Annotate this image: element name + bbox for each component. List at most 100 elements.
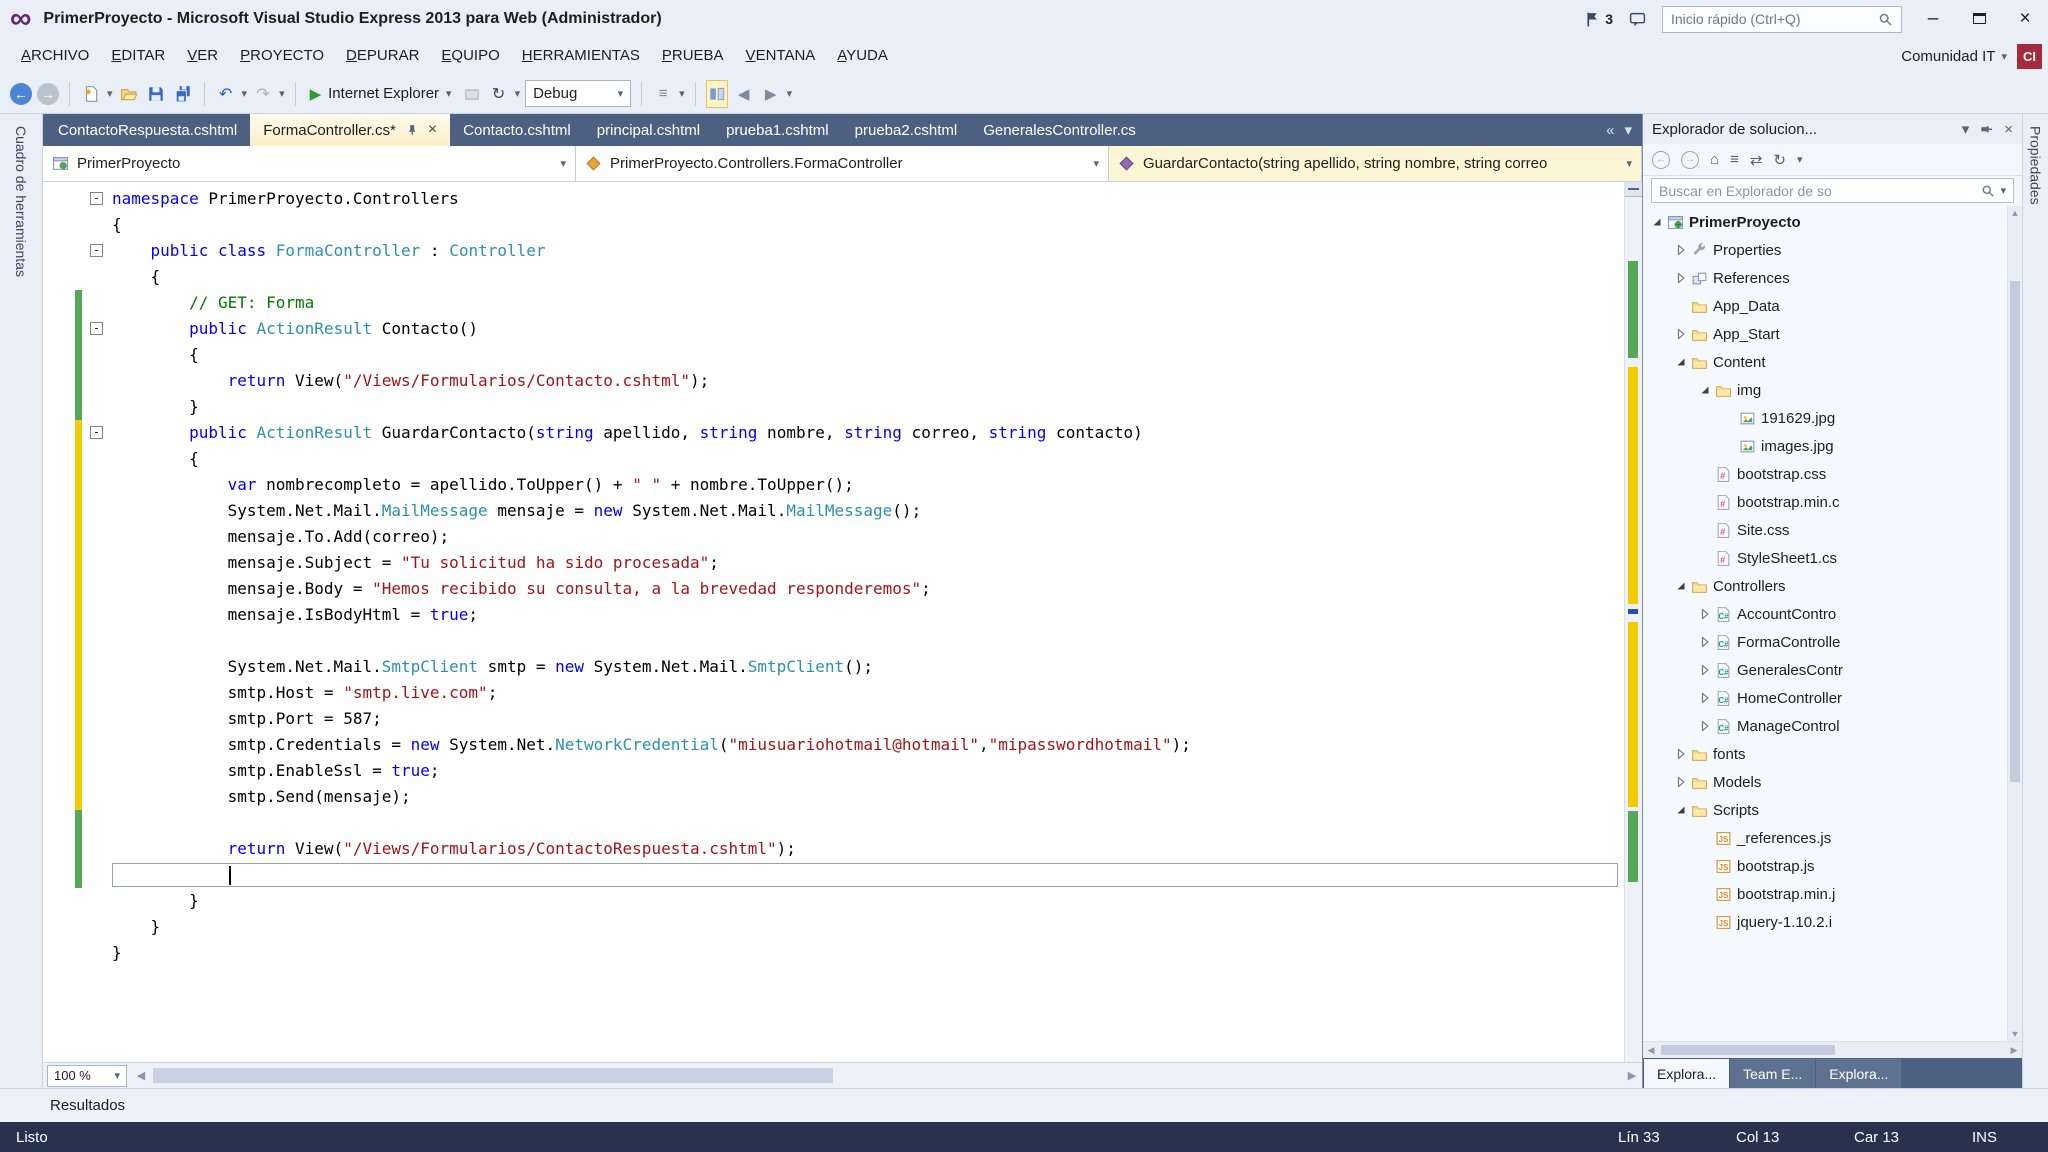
tool-window-tab[interactable]: Team E... [1730,1059,1815,1088]
menu-editar[interactable]: EDITAR [100,39,176,73]
code-text[interactable]: public ActionResult Contacto() [112,316,1624,342]
code-text[interactable]: smtp.Credentials = new System.Net.Networ… [112,732,1624,758]
code-line[interactable] [43,628,1624,654]
back-button[interactable]: ← [1652,151,1670,169]
results-pane-tab[interactable]: Resultados [0,1088,2048,1122]
tree-item[interactable]: App_Start [1643,320,2006,348]
tree-item[interactable]: #bootstrap.css [1643,460,2006,488]
menu-ventana[interactable]: VENTANA [735,39,827,73]
tree-item[interactable]: Controllers [1643,572,2006,600]
scroll-left-icon[interactable]: ◀ [1643,1042,1659,1058]
expander-expanded-icon[interactable] [1649,214,1665,230]
code-line[interactable]: -namespace PrimerProyecto.Controllers [43,186,1624,212]
expander-collapsed-icon[interactable] [1697,662,1713,678]
type-select[interactable]: PrimerProyecto.Controllers.FormaControll… [576,146,1109,181]
indicator-margin[interactable] [43,264,75,290]
code-line[interactable]: { [43,264,1624,290]
minimize-button[interactable]: – [1918,0,1948,38]
project-select[interactable]: PrimerProyecto ▾ [43,146,576,181]
indent-decrease-button[interactable]: ◀ [733,80,755,108]
code-text[interactable]: mensaje.Body = "Hemos recibido su consul… [112,576,1624,602]
code-text[interactable] [112,628,1624,654]
close-icon[interactable]: × [2004,122,2013,137]
scrollbar-thumb[interactable] [153,1068,833,1083]
indicator-margin[interactable] [43,524,75,550]
expander-expanded-icon[interactable] [1673,354,1689,370]
doc-tab[interactable]: FormaController.cs*× [250,114,450,146]
code-line[interactable]: } [43,888,1624,914]
window-list-dropdown-icon[interactable]: ▾ [1624,121,1632,139]
doc-tab[interactable]: prueba1.cshtml [713,114,842,146]
code-text[interactable]: { [112,212,1624,238]
tree-horizontal-scrollbar[interactable]: ◀ ▶ [1643,1041,2022,1058]
code-line[interactable]: // GET: Forma [43,290,1624,316]
code-text[interactable]: smtp.Port = 587; [112,706,1624,732]
indicator-margin[interactable] [43,498,75,524]
chevron-down-icon[interactable]: ▾ [1962,122,1970,137]
code-text[interactable] [112,863,1618,887]
indicator-margin[interactable] [43,914,75,940]
code-line[interactable]: mensaje.Body = "Hemos recibido su consul… [43,576,1624,602]
menu-equipo[interactable]: EQUIPO [430,39,510,73]
indicator-margin[interactable] [43,732,75,758]
tree-item[interactable]: App_Data [1643,292,2006,320]
doc-tab[interactable]: ContactoRespuesta.cshtml [45,114,250,146]
start-debugging-button[interactable]: ▶ Internet Explorer ▾ [306,80,456,108]
menu-archivo[interactable]: ARCHIVO [10,39,100,73]
expander-collapsed-icon[interactable] [1697,634,1713,650]
status-column[interactable]: Col 13 [1736,1129,1854,1146]
tree-item[interactable]: Scripts [1643,796,2006,824]
tree-item[interactable]: References [1643,264,2006,292]
indicator-margin[interactable] [43,420,75,446]
refresh-dropdown[interactable]: ▾ [515,87,521,100]
tree-item[interactable]: Properties [1643,236,2006,264]
indicator-margin[interactable] [43,238,75,264]
indicator-margin[interactable] [43,784,75,810]
indicator-margin[interactable] [43,368,75,394]
editor-horizontal-scrollbar[interactable]: ◀ ▶ [131,1063,1642,1088]
indicator-margin[interactable] [43,316,75,342]
code-editor[interactable]: -namespace PrimerProyecto.Controllers{- … [43,182,1642,1062]
tree-item[interactable]: fonts [1643,740,2006,768]
doc-tab[interactable]: principal.cshtml [584,114,713,146]
doc-tab[interactable]: Contacto.cshtml [450,114,584,146]
code-line[interactable]: smtp.EnableSsl = true; [43,758,1624,784]
chevron-down-icon[interactable]: ▾ [2000,184,2006,197]
tree-item[interactable]: #Site.css [1643,516,2006,544]
indicator-margin[interactable] [43,212,75,238]
tab-overflow-left-icon[interactable]: « [1606,122,1614,139]
expander-collapsed-icon[interactable] [1697,718,1713,734]
fold-collapse-button[interactable]: - [90,322,103,335]
indicator-margin[interactable] [43,394,75,420]
refresh-button[interactable]: ↻ [488,80,510,108]
code-text[interactable]: { [112,264,1624,290]
tree-vertical-scrollbar[interactable]: ▲▼ [2007,206,2022,1041]
code-line[interactable]: { [43,342,1624,368]
status-line[interactable]: Lín 33 [1618,1129,1736,1146]
status-character[interactable]: Car 13 [1854,1129,1972,1146]
scroll-left-icon[interactable]: ◀ [131,1063,151,1088]
code-line[interactable]: smtp.Credentials = new System.Net.Networ… [43,732,1624,758]
feedback-button[interactable] [1629,11,1646,28]
scroll-down-icon[interactable]: ▼ [2008,1029,2022,1039]
code-text[interactable]: mensaje.IsBodyHtml = true; [112,602,1624,628]
indent-increase-button[interactable]: ▶ [760,80,782,108]
tree-item[interactable]: JSbootstrap.js [1643,852,2006,880]
code-text[interactable]: } [112,914,1624,940]
solution-configuration-select[interactable]: Debug ▾ [525,80,631,107]
scroll-right-icon[interactable]: ▶ [2006,1042,2022,1058]
indicator-margin[interactable] [43,472,75,498]
new-item-button[interactable] [80,80,102,108]
editor-split-handle[interactable] [1625,182,1642,197]
code-line[interactable]: { [43,212,1624,238]
code-text[interactable]: { [112,342,1624,368]
code-text[interactable]: } [112,394,1624,420]
redo-dropdown[interactable]: ▾ [279,87,285,100]
fold-collapse-button[interactable]: - [90,426,103,439]
pin-icon[interactable] [1979,122,1994,137]
tree-item[interactable]: img [1643,376,2006,404]
code-line[interactable]: } [43,914,1624,940]
code-line[interactable]: - public ActionResult Contacto() [43,316,1624,342]
undo-dropdown[interactable]: ▾ [242,87,248,100]
code-text[interactable]: mensaje.Subject = "Tu solicitud ha sido … [112,550,1624,576]
